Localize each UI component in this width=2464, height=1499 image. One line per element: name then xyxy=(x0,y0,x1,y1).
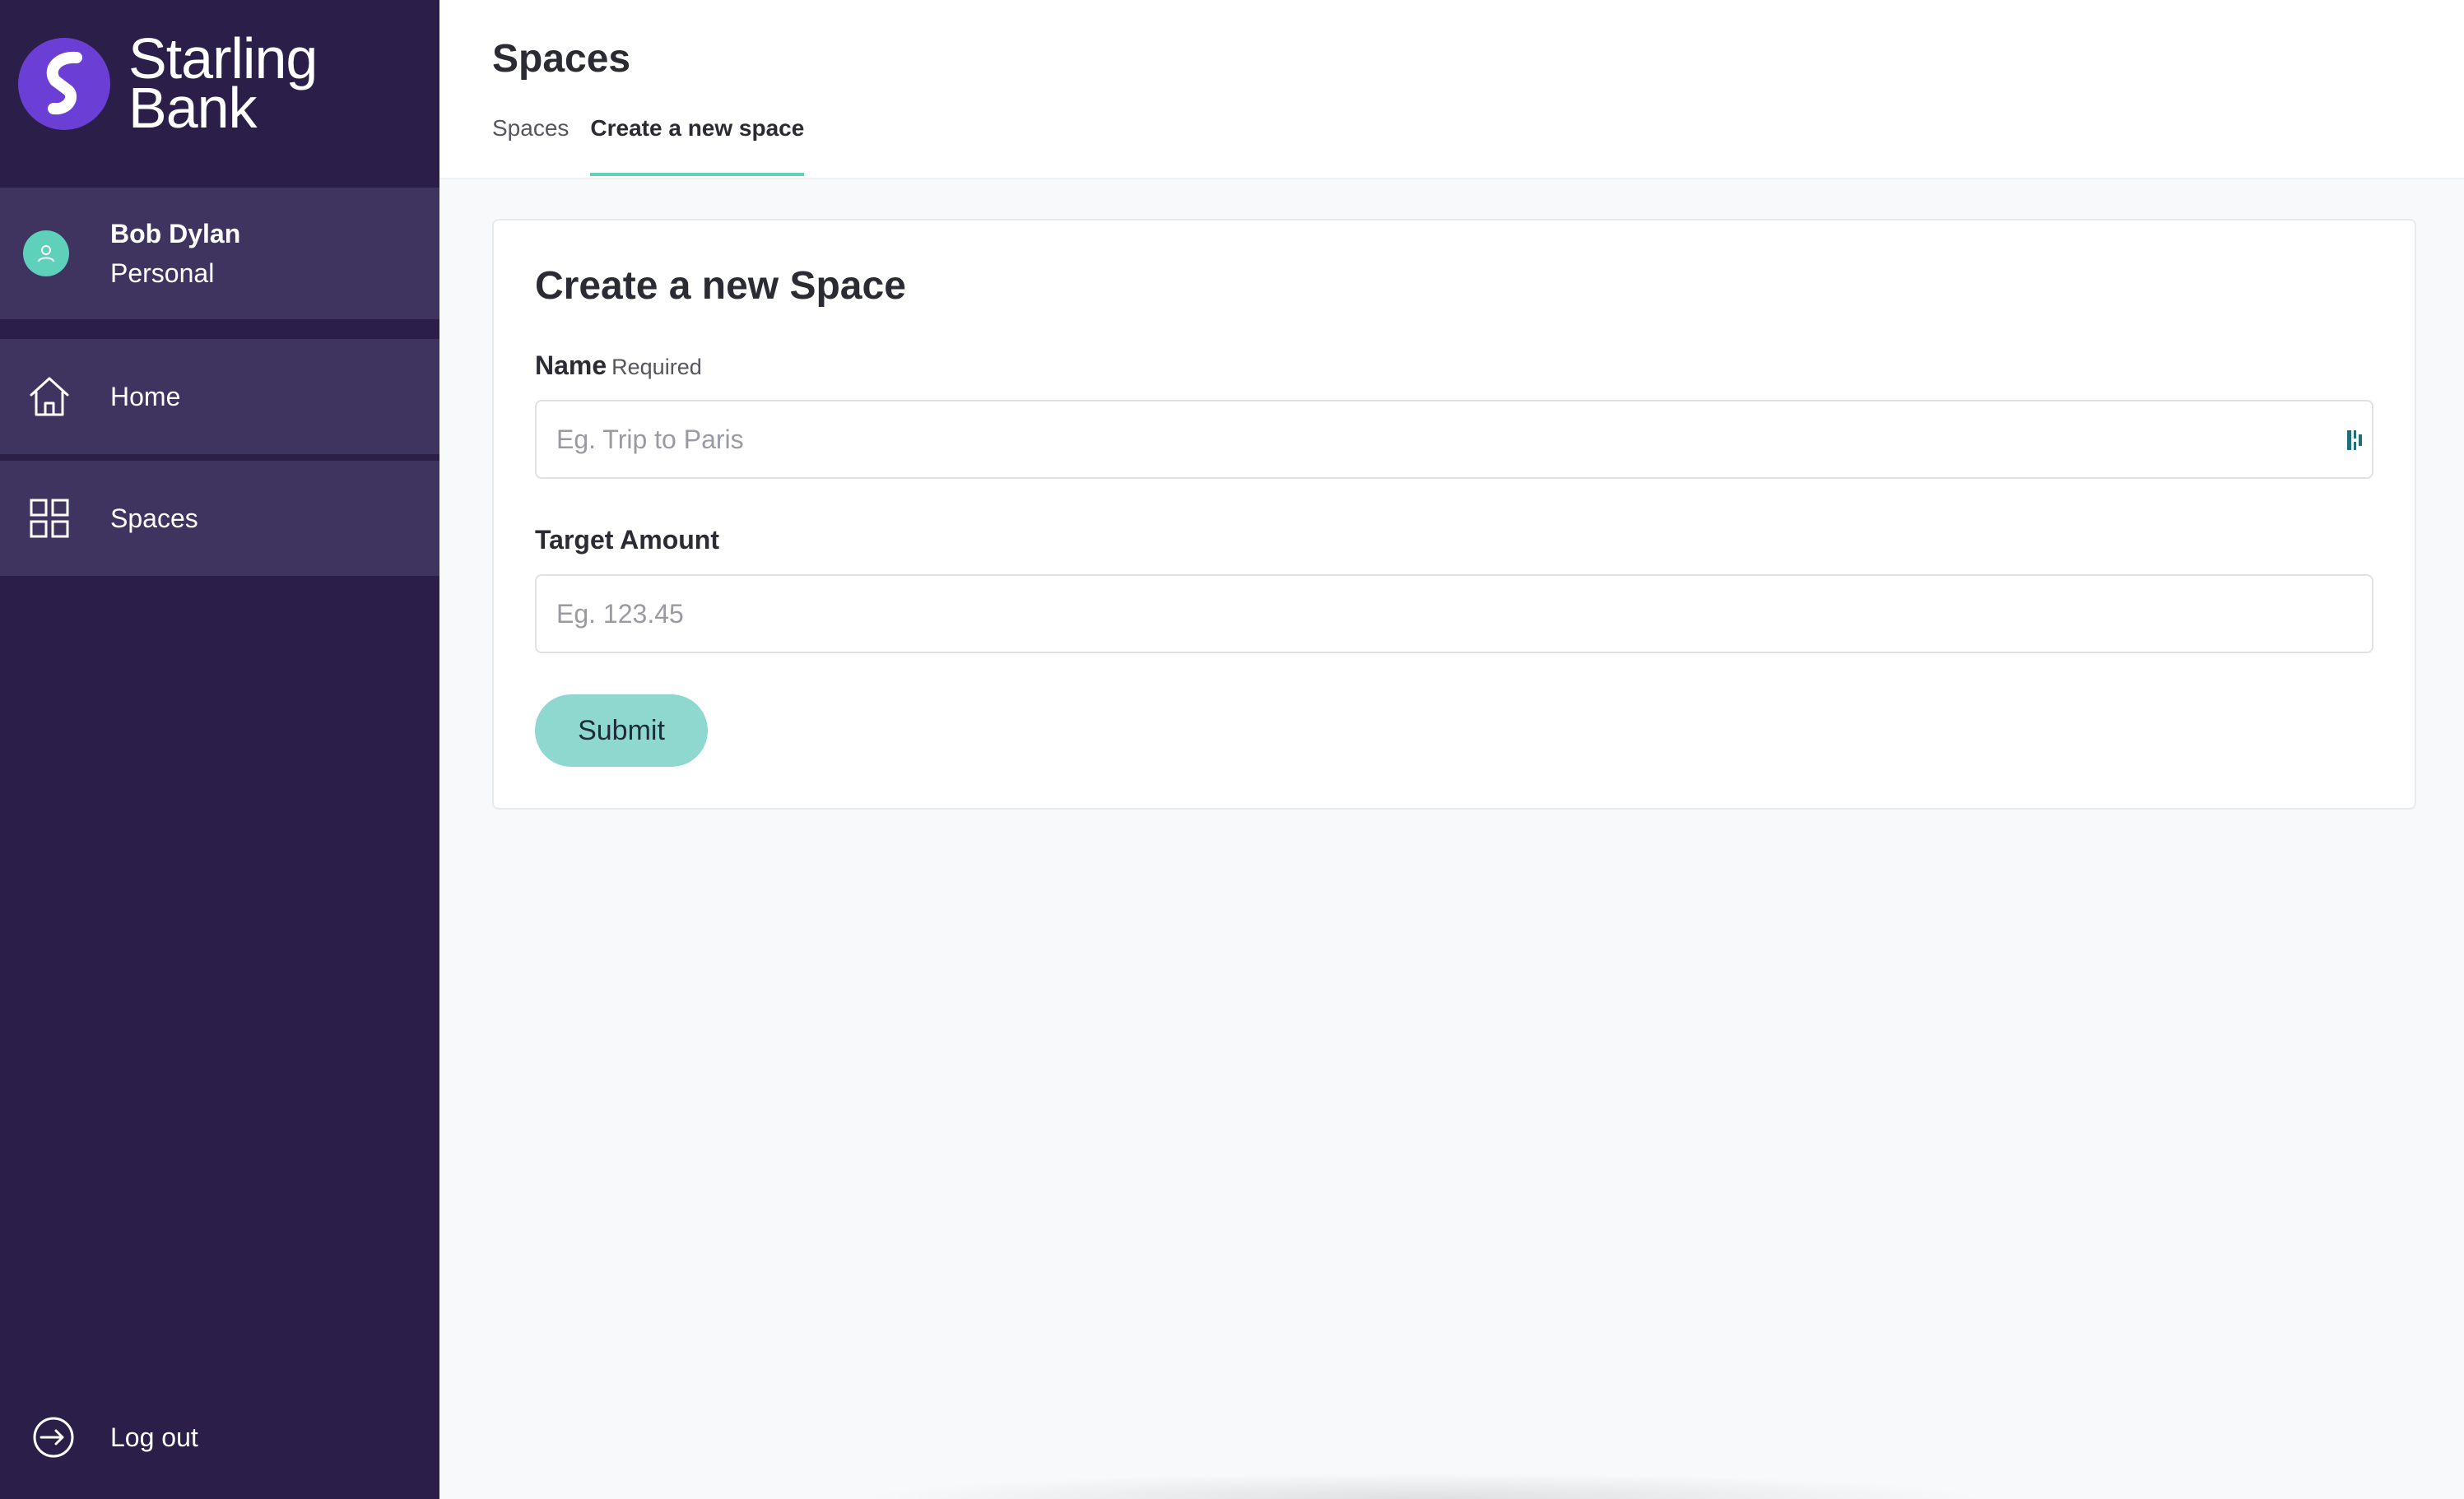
brand-name: Starling Bank xyxy=(128,30,318,140)
name-label: Name Required xyxy=(535,350,702,381)
sidebar: Starling Bank Bob Dylan Personal Home Sp… xyxy=(0,0,439,1499)
avatar xyxy=(23,230,69,276)
tab-create-space[interactable]: Create a new space xyxy=(590,115,805,176)
sidebar-item-spaces[interactable]: Spaces xyxy=(0,461,439,576)
home-icon xyxy=(30,377,69,416)
target-amount-label: Target Amount xyxy=(535,525,719,555)
required-hint: Required xyxy=(611,355,702,379)
tab-bar: Spaces Create a new space xyxy=(492,115,825,176)
name-input[interactable] xyxy=(535,400,2373,479)
brand-logo[interactable]: Starling Bank xyxy=(18,30,318,140)
user-icon xyxy=(38,245,54,262)
password-manager-icon[interactable] xyxy=(2345,428,2365,452)
user-name: Bob Dylan xyxy=(110,219,241,248)
user-info: Bob Dylan Personal xyxy=(110,214,240,293)
tab-spaces[interactable]: Spaces xyxy=(492,115,569,176)
logout-label: Log out xyxy=(110,1422,198,1452)
page-title: Spaces xyxy=(492,37,631,81)
sidebar-item-home[interactable]: Home xyxy=(0,339,439,454)
account-type: Personal xyxy=(110,258,215,288)
create-space-card: Create a new Space NameRequired Target A… xyxy=(492,219,2416,810)
submit-button[interactable]: Submit xyxy=(535,694,708,767)
page-header: Spaces Spaces Create a new space xyxy=(439,0,2464,179)
sidebar-item-label: Spaces xyxy=(110,503,198,533)
logout-button[interactable]: Log out xyxy=(31,1415,198,1460)
logout-icon xyxy=(33,1417,74,1458)
sidebar-item-label: Home xyxy=(110,381,181,411)
account-switcher[interactable]: Bob Dylan Personal xyxy=(0,188,439,319)
target-amount-input[interactable] xyxy=(535,574,2373,653)
grid-icon xyxy=(30,499,69,538)
bottom-shadow xyxy=(856,1473,1992,1499)
starling-logo-icon xyxy=(18,38,110,130)
form-title: Create a new Space xyxy=(535,264,906,308)
name-label-text: Name xyxy=(535,350,607,380)
brand-line2: Bank xyxy=(128,76,258,140)
